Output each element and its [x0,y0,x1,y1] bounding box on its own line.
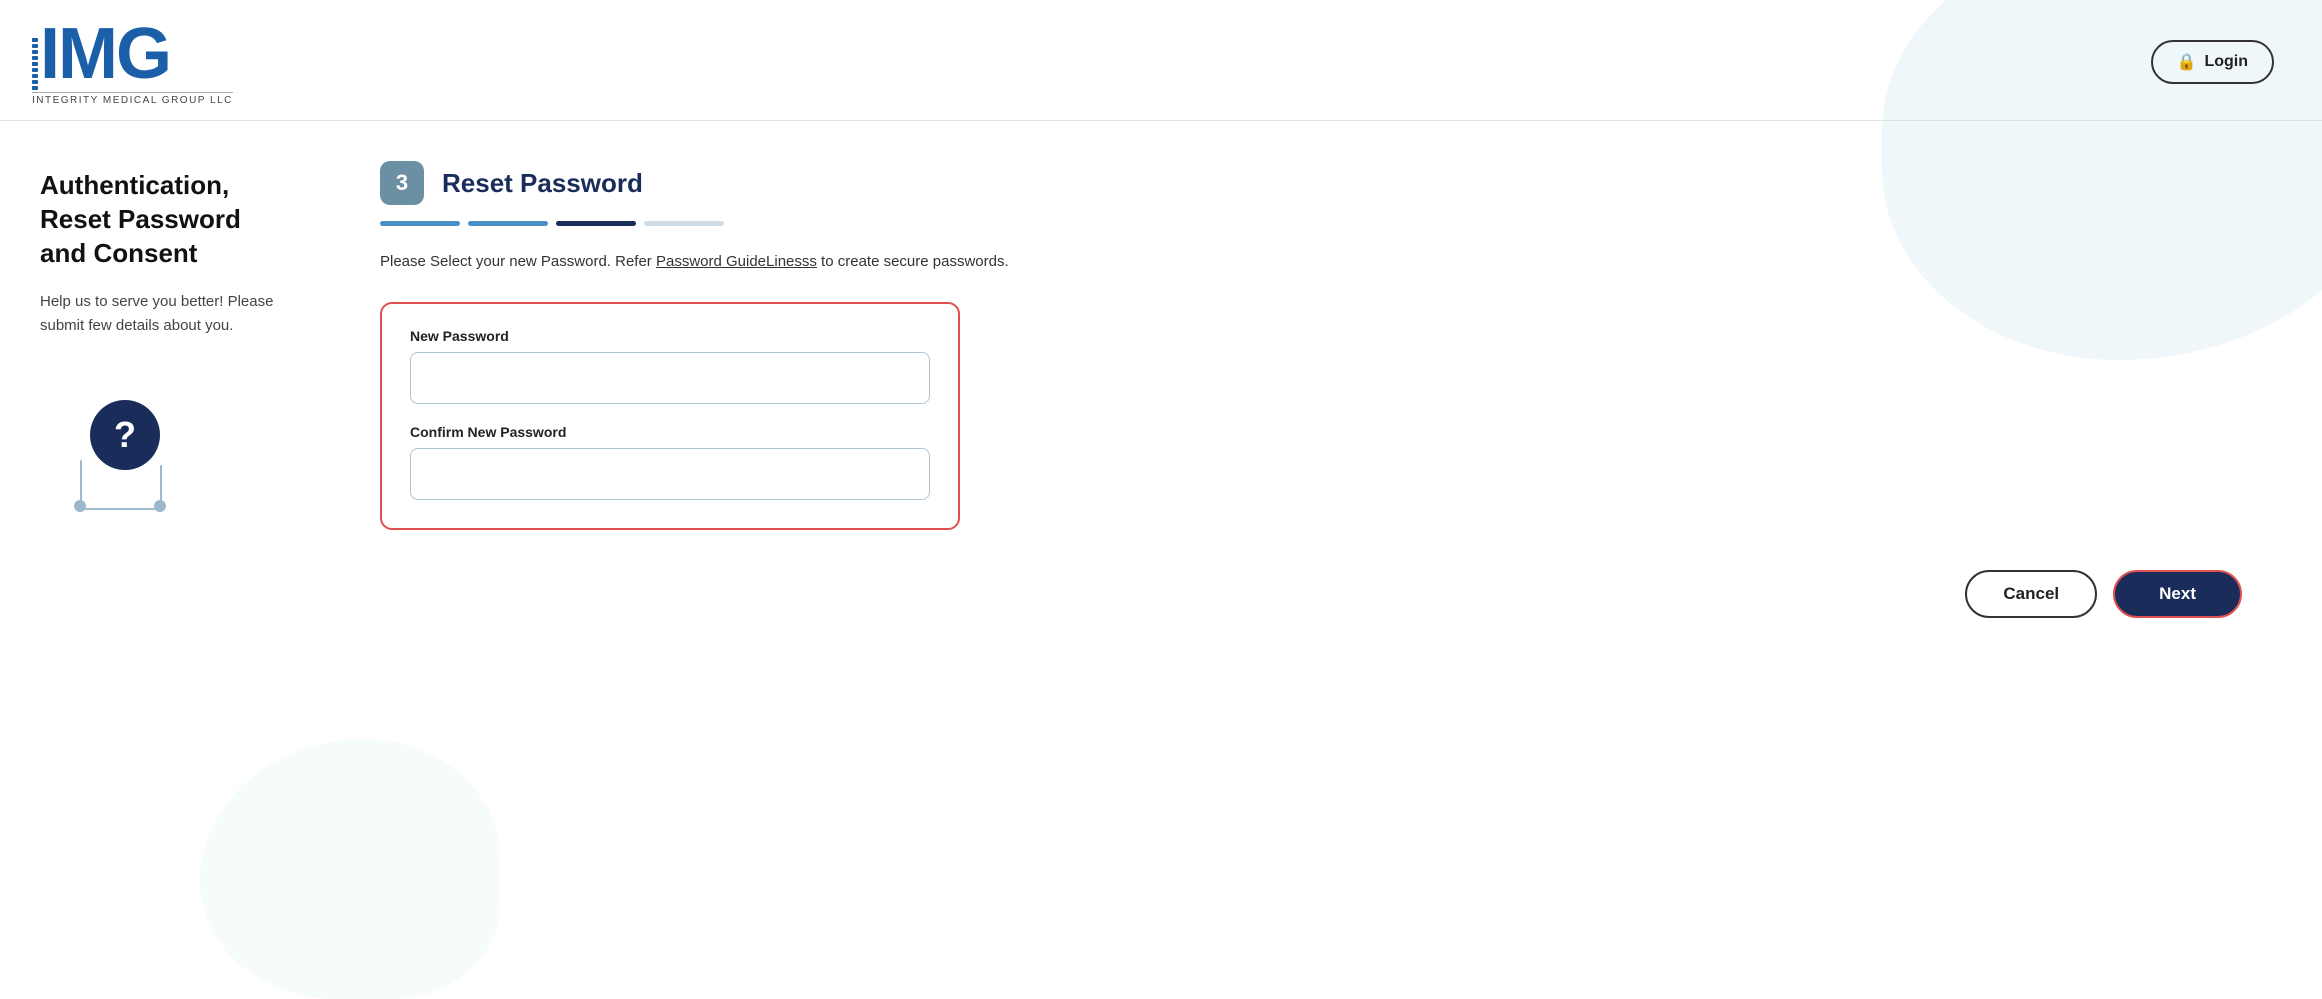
left-title: Authentication, Reset Password and Conse… [40,169,280,270]
cancel-button[interactable]: Cancel [1965,570,2097,618]
login-label: Login [2204,53,2248,71]
logo-image: IMG [32,18,170,90]
lock-icon: 🔒 [2177,52,2197,72]
new-password-group: New Password [410,328,930,404]
new-password-input[interactable] [410,352,930,404]
logo-area: IMG INTEGRITY MEDICAL GROUP LLC [32,18,233,106]
question-mark-icon: ? [114,414,136,456]
new-password-label: New Password [410,328,930,344]
progress-bar-2 [468,221,548,226]
step-title: Reset Password [442,168,643,199]
illustration: ? [40,370,220,530]
login-button[interactable]: 🔒 Login [2151,40,2274,84]
illus-dot-2 [154,500,166,512]
confirm-password-input[interactable] [410,448,930,500]
progress-bar-1 [380,221,460,226]
left-description: Help us to serve you better! Please subm… [40,290,280,338]
step-header: 3 Reset Password [380,161,2242,205]
step-badge: 3 [380,161,424,205]
progress-bars [380,221,2242,226]
illus-dot-1 [74,500,86,512]
confirm-password-group: Confirm New Password [410,424,930,500]
illus-line-3 [80,508,160,510]
main-layout: Authentication, Reset Password and Conse… [0,121,2322,899]
left-panel: Authentication, Reset Password and Conse… [0,121,320,899]
description-suffix: to create secure passwords. [817,253,1009,270]
illus-line-2 [160,465,162,505]
step-description: Please Select your new Password. Refer P… [380,250,2242,274]
form-actions: Cancel Next [380,570,2242,618]
next-button[interactable]: Next [2113,570,2242,618]
confirm-password-label: Confirm New Password [410,424,930,440]
description-prefix: Please Select your new Password. Refer [380,253,656,270]
form-container: New Password Confirm New Password [380,302,960,530]
main-content: 3 Reset Password Please Select your new … [320,121,2322,899]
question-circle: ? [90,400,160,470]
spine-icon [32,38,38,90]
logo-letters: IMG [40,18,170,90]
guidelines-link[interactable]: Password GuideLinesss [656,253,817,270]
progress-bar-3 [556,221,636,226]
progress-bar-4 [644,221,724,226]
header: IMG INTEGRITY MEDICAL GROUP LLC 🔒 Login [0,0,2322,121]
logo-tagline: INTEGRITY MEDICAL GROUP LLC [32,92,233,106]
